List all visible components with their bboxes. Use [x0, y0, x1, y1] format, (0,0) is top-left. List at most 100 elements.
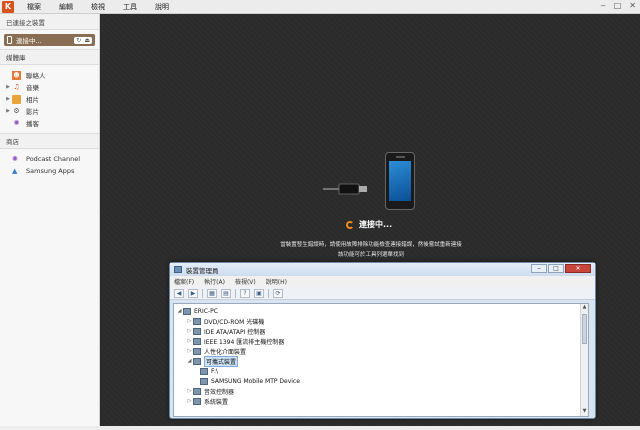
scroll-thumb[interactable]	[582, 314, 587, 344]
expand-arrow-icon[interactable]: ▷	[186, 398, 193, 404]
tree-row-ieee1394[interactable]: ▷ IEEE 1394 匯流排主機控制器	[174, 336, 588, 346]
dm-minimize-button[interactable]: ‒	[531, 264, 547, 273]
expand-arrow-icon[interactable]: ▷	[186, 328, 193, 334]
device-label: 連接中...	[16, 37, 42, 45]
podcast-icon: ✺	[13, 119, 20, 127]
help-icon[interactable]: ?	[240, 288, 250, 298]
computer-icon	[183, 307, 191, 315]
connected-device-item[interactable]: 連接中... ↻ ⏏	[4, 34, 95, 46]
connected-devices-header: 已連接之裝置	[0, 14, 99, 30]
mtp-device-icon	[200, 377, 208, 385]
library-item-label: 影片	[26, 108, 39, 116]
store-list: ✺ Podcast Channel ▲ Samsung Apps	[0, 149, 99, 177]
hid-icon	[193, 347, 201, 355]
ide-controller-icon	[193, 327, 201, 335]
expand-arrow-icon[interactable]: ▷	[186, 338, 193, 344]
photo-icon	[12, 94, 21, 104]
store-item-samsung-apps[interactable]: ▲ Samsung Apps	[0, 165, 99, 177]
podcast-channel-icon: ✺	[12, 155, 18, 163]
back-icon[interactable]: ◀	[174, 288, 184, 298]
expand-arrow-icon[interactable]: ▷	[186, 388, 193, 394]
device-tree: ◢ ERIC-PC ▷ DVD/CD-ROM 光碟機 ▷ IDE ATA/ATA…	[173, 303, 589, 417]
library-item-label: 聯絡人	[26, 72, 46, 80]
library-item-music[interactable]: ▶ ♫ 音樂	[4, 81, 99, 93]
tree-row-drive-f[interactable]: F:\	[174, 366, 588, 376]
close-icon[interactable]: ✕	[629, 1, 636, 10]
library-list: ☻ 聯絡人 ▶ ♫ 音樂 ▶ 相片 ▶ ⚙ 影片 ✺ 播客	[0, 65, 99, 133]
expand-arrow-icon[interactable]: ▷	[186, 348, 193, 354]
scroll-down-icon[interactable]: ▼	[581, 408, 588, 416]
dm-menu-file[interactable]: 檔案(F)	[174, 277, 194, 286]
store-item-podcast-channel[interactable]: ✺ Podcast Channel	[0, 153, 99, 165]
window-controls: ‒ □ ✕	[601, 1, 636, 10]
forward-icon[interactable]: ▶	[188, 288, 198, 298]
scroll-up-icon[interactable]: ▲	[581, 304, 588, 312]
expand-arrow-icon[interactable]: ▶	[4, 96, 12, 102]
contacts-icon: ☻	[12, 70, 21, 80]
tree-row-samsung-mtp[interactable]: SAMSUNG Mobile MTP Device	[174, 376, 588, 386]
troubleshoot-message: 當裝置發生錯誤時，請使用故障排除功能檢查連接錯誤，然後嘗試重新連接 該功能可於工…	[241, 240, 501, 260]
message-line-1: 當裝置發生錯誤時，請使用故障排除功能檢查連接錯誤，然後嘗試重新連接	[280, 242, 462, 248]
dm-close-button[interactable]: ✕	[565, 264, 591, 273]
dvd-drive-icon	[193, 317, 201, 325]
sound-controller-icon	[193, 387, 201, 395]
dm-maximize-button[interactable]: □	[548, 264, 564, 273]
tree-row-dvd[interactable]: ▷ DVD/CD-ROM 光碟機	[174, 316, 588, 326]
library-item-photos[interactable]: ▶ 相片	[4, 93, 99, 105]
collapse-arrow-icon[interactable]: ◢	[186, 358, 193, 364]
message-line-2: 該功能可於工具列選單找到	[337, 252, 404, 258]
menu-edit[interactable]: 編輯	[50, 2, 82, 12]
usb-cable-icon	[323, 183, 367, 195]
dm-window-controls: ‒ □ ✕	[531, 264, 591, 273]
library-item-podcasts[interactable]: ✺ 播客	[4, 117, 99, 129]
tree-scrollbar[interactable]: ▲ ▼	[580, 304, 588, 416]
device-manager-icon	[174, 266, 182, 273]
dm-menu-help[interactable]: 說明(H)	[266, 277, 287, 286]
music-icon: ♫	[13, 83, 20, 91]
maximize-icon[interactable]: □	[614, 1, 622, 10]
properties-icon[interactable]: ▦	[207, 288, 217, 298]
device-view-icon[interactable]: ▣	[254, 288, 264, 298]
collapse-arrow-icon[interactable]: ◢	[176, 308, 183, 314]
dm-title: 裝置管理員	[186, 266, 219, 275]
dm-menu-view[interactable]: 檢視(V)	[235, 277, 256, 286]
menu-file[interactable]: 檔案	[18, 2, 50, 12]
menu-tools[interactable]: 工具	[114, 2, 146, 12]
drive-icon	[200, 367, 208, 375]
tree-row-sound[interactable]: ▷ 音效控制器	[174, 386, 588, 396]
loading-spinner-icon	[346, 220, 354, 229]
expand-arrow-icon[interactable]: ▷	[186, 318, 193, 324]
system-device-icon	[193, 397, 201, 405]
sync-icon[interactable]: ↻	[76, 37, 81, 44]
menu-view[interactable]: 檢視	[82, 2, 114, 12]
expand-arrow-icon[interactable]: ▶	[4, 84, 12, 90]
minimize-icon[interactable]: ‒	[601, 1, 606, 10]
menu-help[interactable]: 說明	[146, 2, 178, 12]
tree-row-root[interactable]: ◢ ERIC-PC	[174, 306, 588, 316]
tree-row-portable-devices[interactable]: ◢ 可攜式裝置	[174, 355, 588, 367]
phone-icon	[7, 36, 12, 44]
device-tools: ↻ ⏏	[74, 36, 92, 44]
store-header: 商店	[0, 133, 99, 149]
dm-titlebar[interactable]: 裝置管理員 ‒ □ ✕	[170, 263, 595, 276]
app-logo-icon: K	[2, 0, 14, 13]
library-header: 媒體庫	[0, 49, 99, 65]
samsung-apps-icon: ▲	[12, 167, 18, 175]
library-item-videos[interactable]: ▶ ⚙ 影片	[4, 105, 99, 117]
connecting-text: 連接中...	[359, 220, 393, 229]
video-icon: ⚙	[13, 107, 20, 115]
tree-row-hid[interactable]: ▷ 人性化介面裝置	[174, 346, 588, 356]
library-item-contacts[interactable]: ☻ 聯絡人	[4, 69, 99, 81]
tree-row-system[interactable]: ▷ 系統裝置	[174, 396, 588, 406]
store-item-label: Samsung Apps	[26, 167, 75, 175]
library-item-label: 音樂	[26, 84, 39, 92]
expand-arrow-icon[interactable]: ▶	[4, 108, 12, 114]
list-view-icon[interactable]: ▤	[221, 288, 231, 298]
tree-row-ide[interactable]: ▷ IDE ATA/ATAPI 控制器	[174, 326, 588, 336]
scan-hardware-icon[interactable]: ⟳	[273, 288, 283, 298]
eject-icon[interactable]: ⏏	[84, 37, 90, 44]
dm-menu-action[interactable]: 執行(A)	[204, 277, 225, 286]
connecting-status: 連接中...	[346, 219, 392, 230]
portable-device-icon	[193, 357, 201, 365]
ieee1394-icon	[193, 337, 201, 345]
